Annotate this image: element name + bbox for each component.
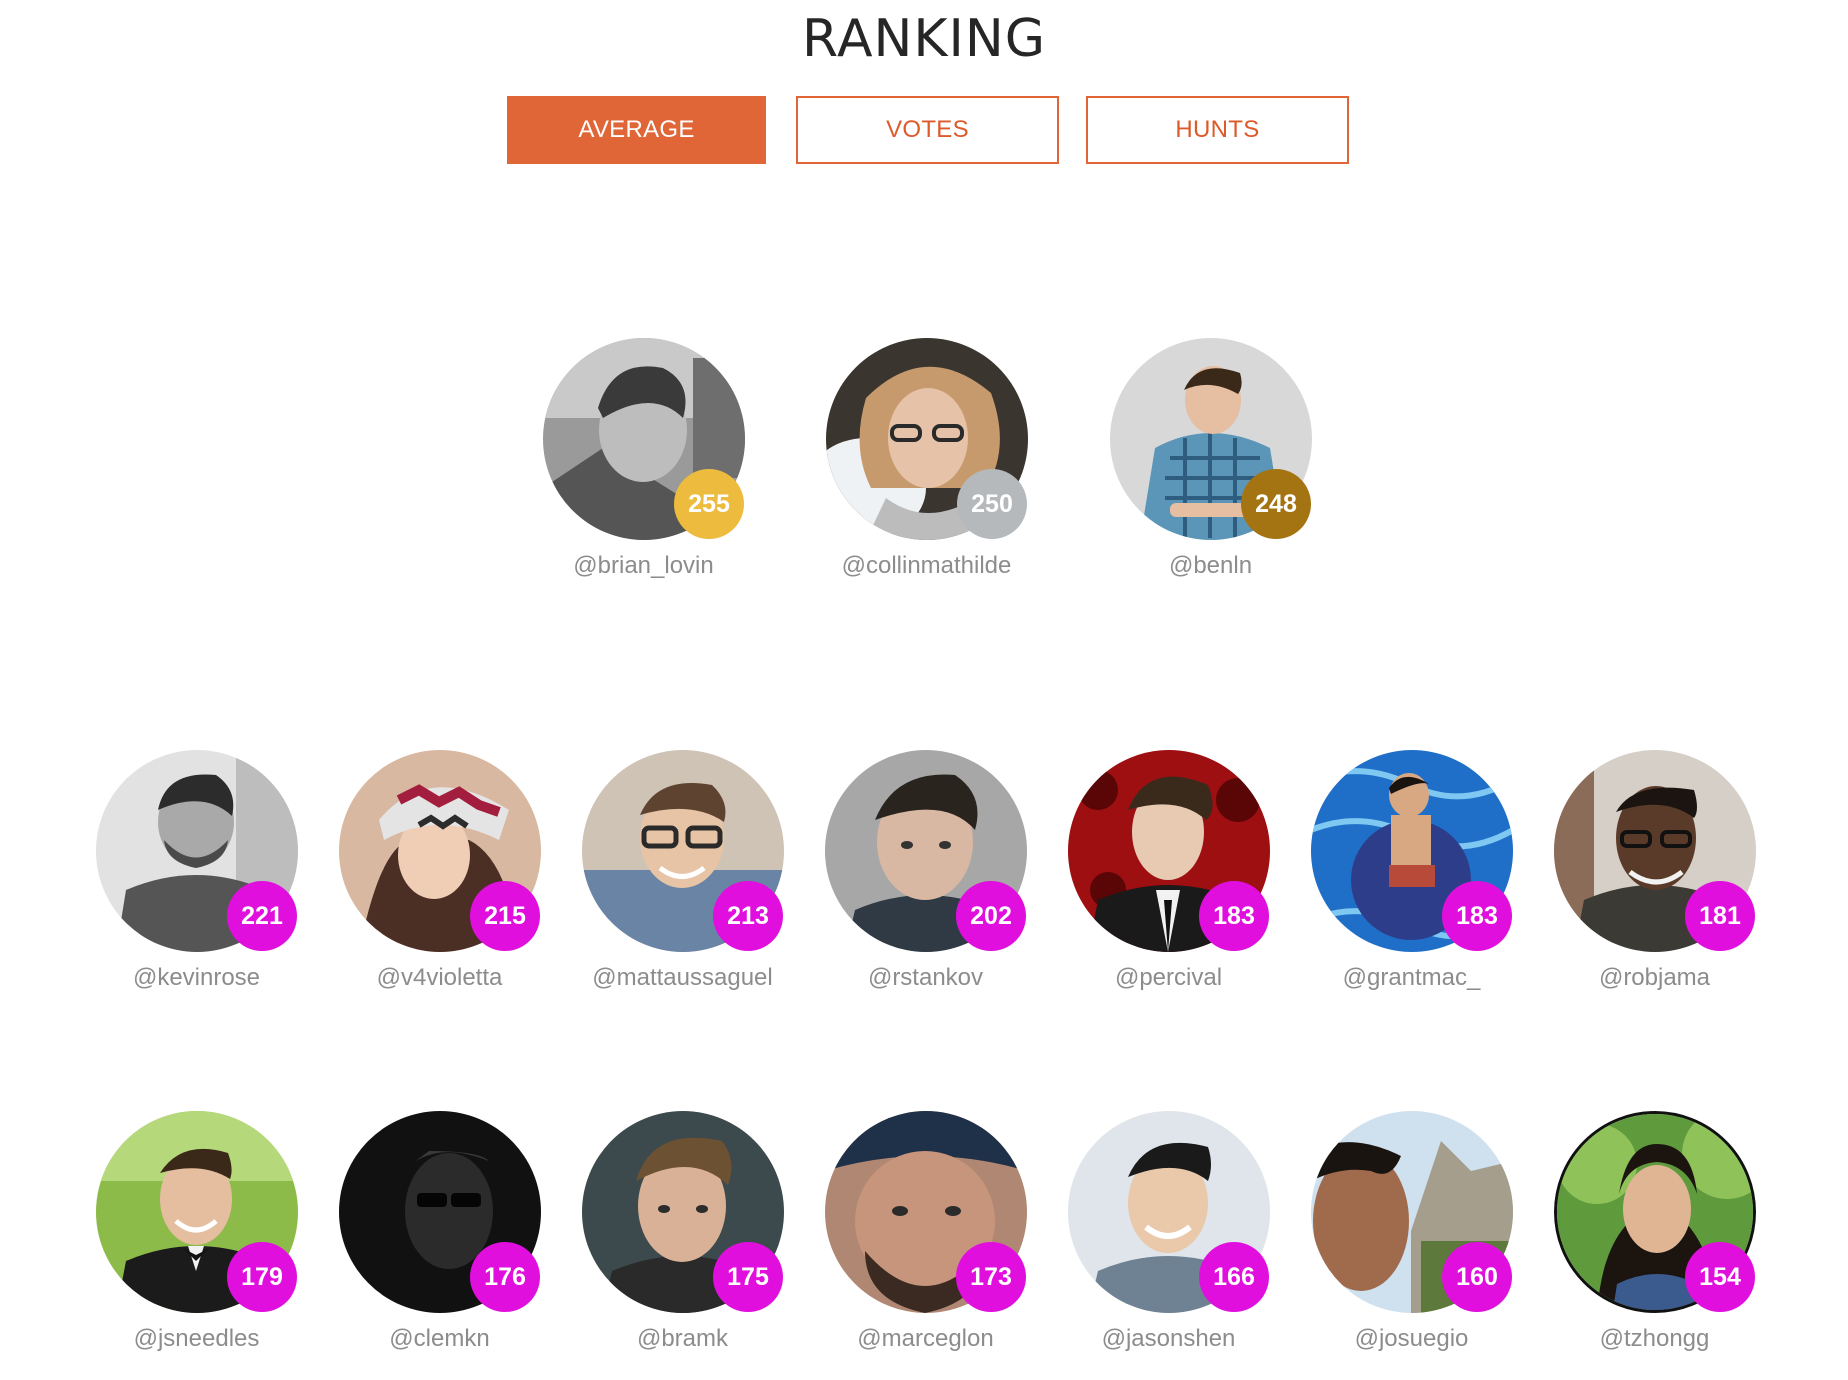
user-handle[interactable]: @rstankov [804, 964, 1047, 992]
user-handle[interactable]: @percival [1047, 964, 1290, 992]
ranking-user[interactable]: 175 @bramk [561, 1111, 804, 1371]
user-handle[interactable]: @tzhongg [1533, 1325, 1776, 1353]
score-badge: 215 [470, 881, 540, 951]
ranking-user[interactable]: 181 @robjama [1533, 750, 1776, 1010]
page-title: RANKING [801, 9, 1047, 69]
score-badge: 183 [1199, 881, 1269, 951]
ranking-user[interactable]: 166 @jasonshen [1047, 1111, 1290, 1371]
user-handle[interactable]: @grantmac_ [1290, 964, 1533, 992]
user-handle[interactable]: @jsneedles [75, 1325, 318, 1353]
podium-user-1[interactable]: 255 @brian_lovin [522, 338, 765, 598]
score-badge: 213 [713, 881, 783, 951]
user-handle[interactable]: @bramk [561, 1325, 804, 1353]
score-badge: 221 [227, 881, 297, 951]
podium-user-2[interactable]: 250 @collinmathilde [805, 338, 1048, 598]
score-badge: 179 [227, 1242, 297, 1312]
ranking-user[interactable]: 221 @kevinrose [75, 750, 318, 1010]
ranking-user[interactable]: 160 @josuegio [1290, 1111, 1533, 1371]
score-badge: 176 [470, 1242, 540, 1312]
user-handle[interactable]: @brian_lovin [522, 552, 765, 580]
user-handle[interactable]: @jasonshen [1047, 1325, 1290, 1353]
ranking-user[interactable]: 154 @tzhongg [1533, 1111, 1776, 1371]
score-badge: 175 [713, 1242, 783, 1312]
score-badge: 166 [1199, 1242, 1269, 1312]
ranking-user[interactable]: 179 @jsneedles [75, 1111, 318, 1371]
ranking-user[interactable]: 176 @clemkn [318, 1111, 561, 1371]
ranking-user[interactable]: 183 @percival [1047, 750, 1290, 1010]
user-handle[interactable]: @marceglon [804, 1325, 1047, 1353]
user-handle[interactable]: @kevinrose [75, 964, 318, 992]
tab-votes[interactable]: VOTES [796, 96, 1059, 164]
ranking-user[interactable]: 215 @v4violetta [318, 750, 561, 1010]
tab-average[interactable]: AVERAGE [507, 96, 766, 164]
user-handle[interactable]: @benln [1089, 552, 1332, 580]
score-badge: 202 [956, 881, 1026, 951]
podium-user-3[interactable]: 248 @benln [1089, 338, 1332, 598]
score-badge: 248 [1241, 469, 1311, 539]
user-handle[interactable]: @v4violetta [318, 964, 561, 992]
ranking-user[interactable]: 202 @rstankov [804, 750, 1047, 1010]
score-badge: 154 [1685, 1242, 1755, 1312]
user-handle[interactable]: @collinmathilde [805, 552, 1048, 580]
tab-hunts[interactable]: HUNTS [1086, 96, 1349, 164]
user-handle[interactable]: @josuegio [1290, 1325, 1533, 1353]
score-badge: 160 [1442, 1242, 1512, 1312]
ranking-user[interactable]: 173 @marceglon [804, 1111, 1047, 1371]
ranking-user[interactable]: 213 @mattaussaguel [561, 750, 804, 1010]
score-badge: 250 [957, 469, 1027, 539]
user-handle[interactable]: @mattaussaguel [561, 964, 804, 992]
score-badge: 173 [956, 1242, 1026, 1312]
score-badge: 255 [674, 469, 744, 539]
user-handle[interactable]: @clemkn [318, 1325, 561, 1353]
user-handle[interactable]: @robjama [1533, 964, 1776, 992]
score-badge: 183 [1442, 881, 1512, 951]
ranking-user[interactable]: 183 @grantmac_ [1290, 750, 1533, 1010]
score-badge: 181 [1685, 881, 1755, 951]
